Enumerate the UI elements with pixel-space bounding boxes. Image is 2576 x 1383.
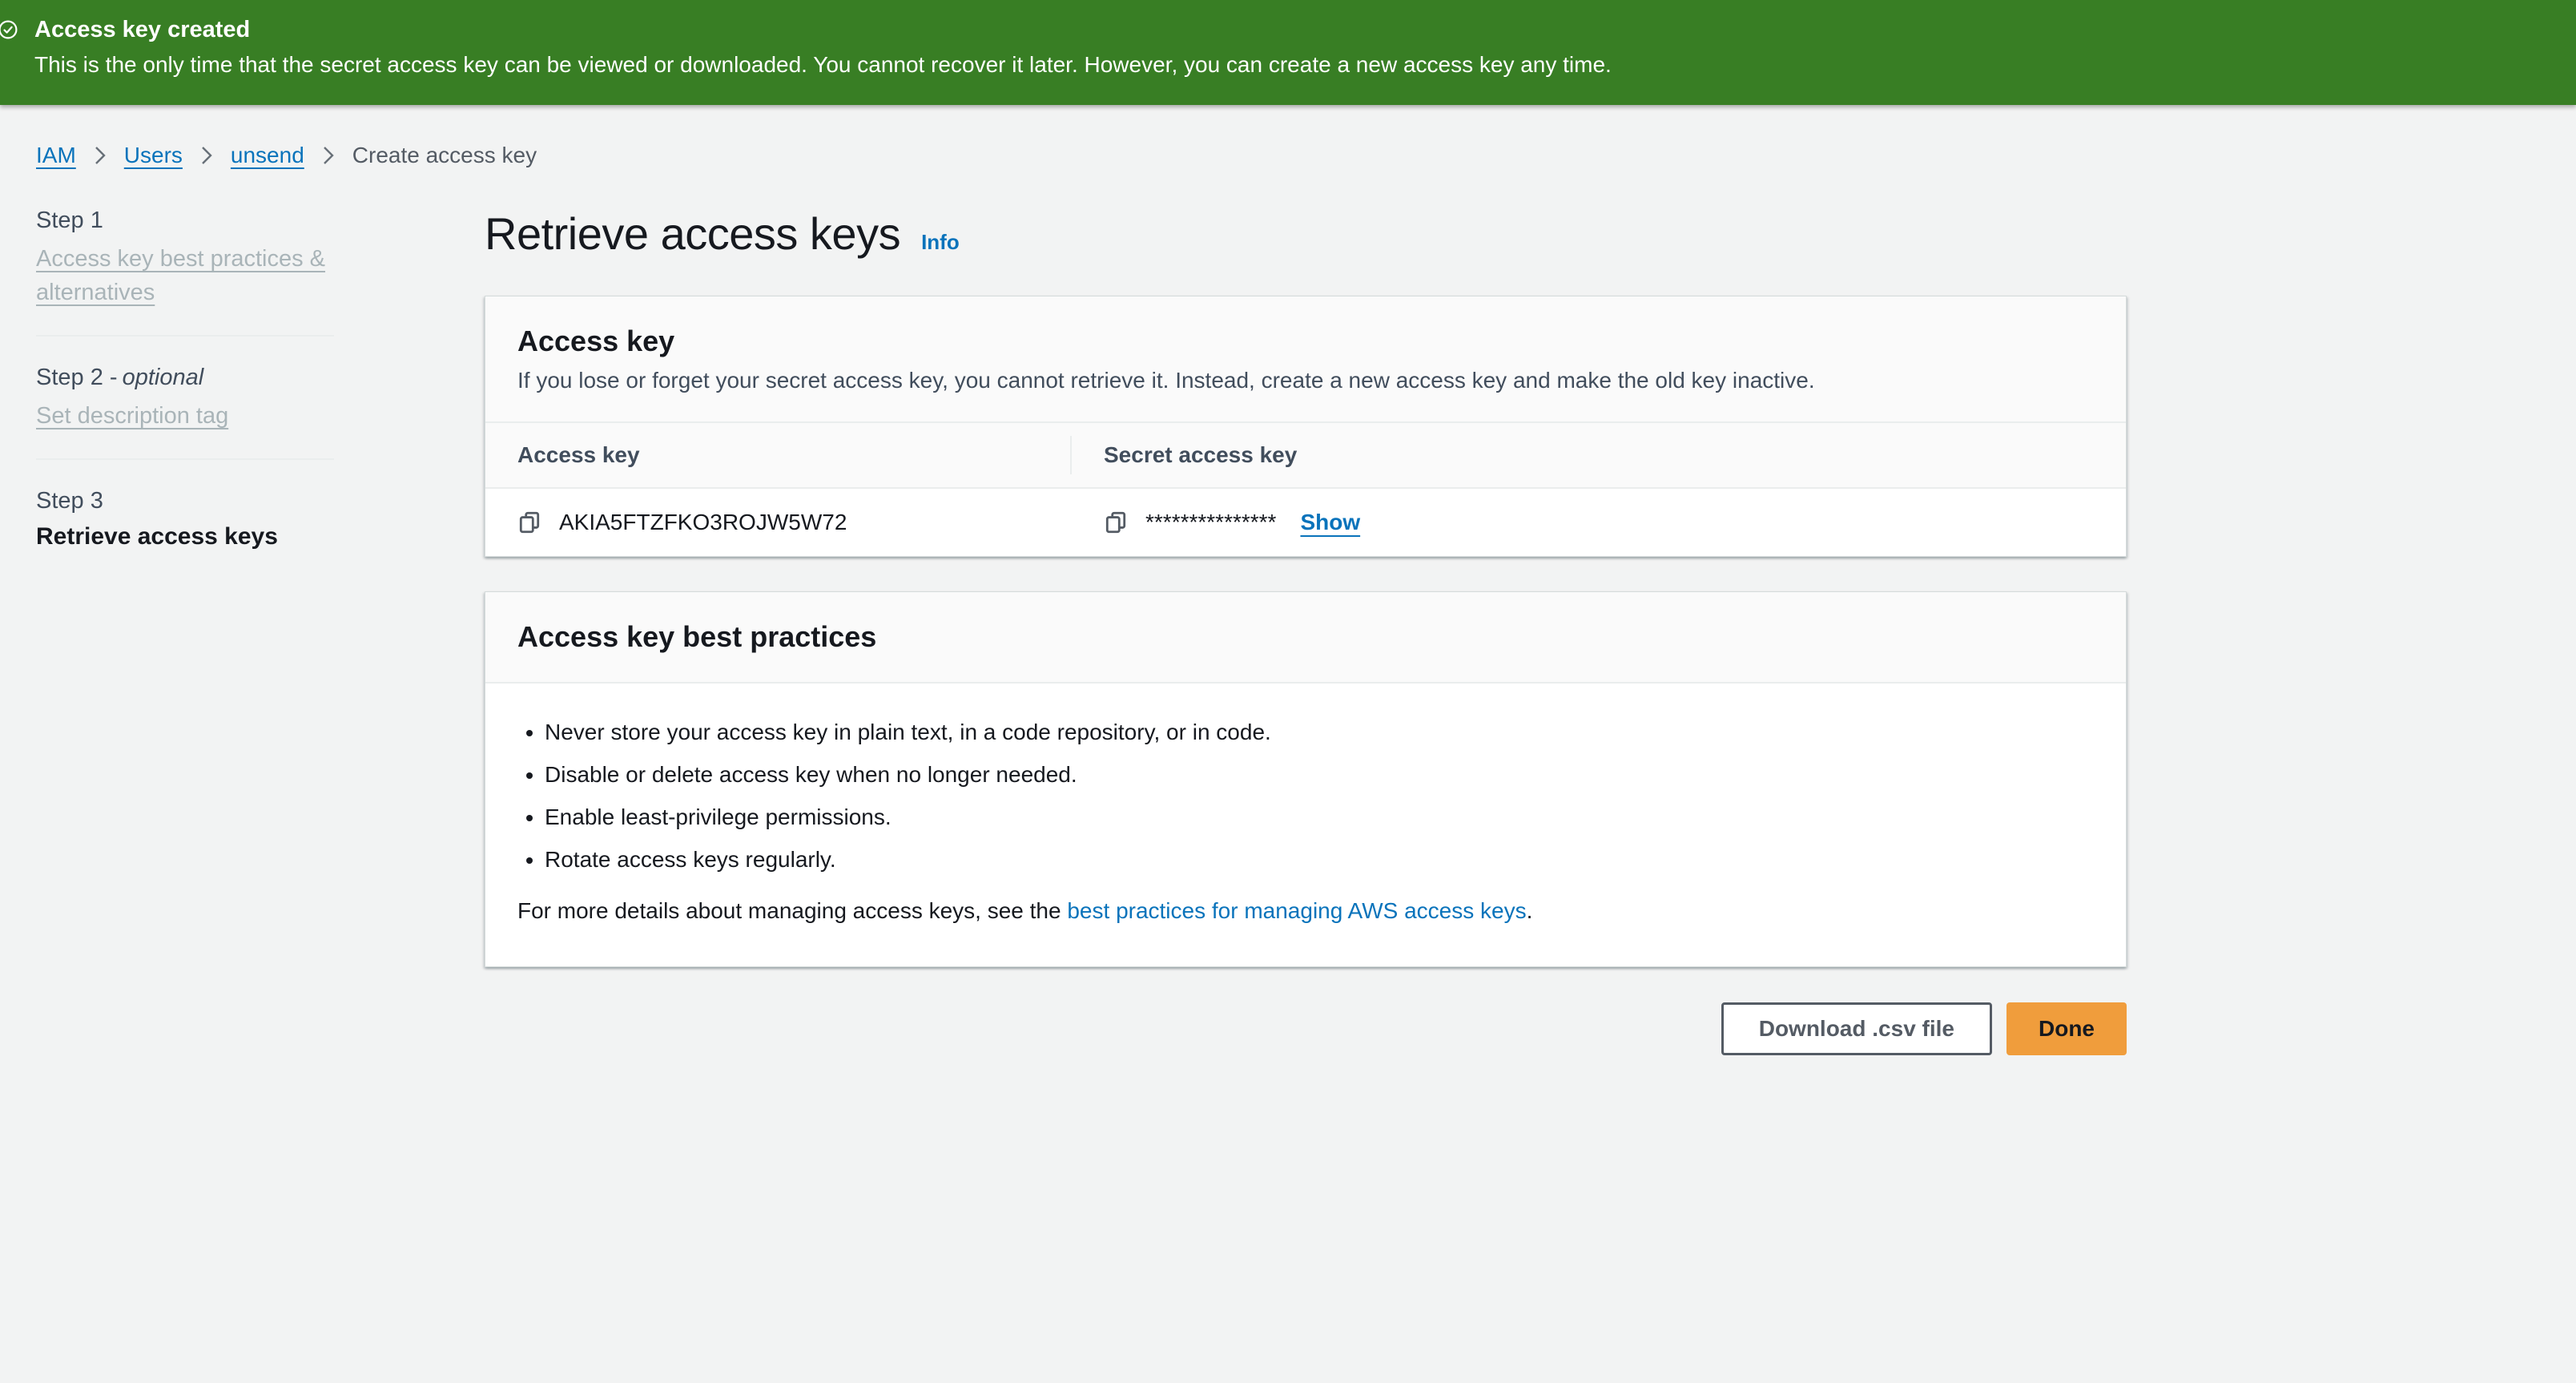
chevron-right-icon bbox=[94, 145, 107, 166]
best-practices-card-header: Access key best practices bbox=[485, 592, 2126, 683]
breadcrumb: IAM Users unsend Create access key bbox=[36, 143, 2576, 168]
access-key-cell: AKIA5FTZFKO3ROJW5W72 bbox=[517, 510, 1070, 535]
access-key-table-header: Access key Secret access key bbox=[485, 423, 2126, 489]
step-1-label: Step 1 bbox=[36, 207, 340, 234]
breadcrumb-current: Create access key bbox=[352, 143, 537, 168]
access-key-card-header: Access key If you lose or forget your se… bbox=[485, 296, 2126, 423]
wizard-steps-nav: Step 1 Access key best practices & alter… bbox=[36, 207, 340, 551]
best-practices-card-body: Never store your access key in plain tex… bbox=[485, 683, 2126, 966]
best-practices-doc-link[interactable]: best practices for managing AWS access k… bbox=[1067, 898, 1526, 923]
footer-text: For more details about managing access k… bbox=[517, 898, 1067, 923]
copy-secret-key-button[interactable] bbox=[1104, 510, 1128, 534]
actions-bar: Download .csv file Done bbox=[485, 1002, 2127, 1055]
main-panel: Retrieve access keys Info Access key If … bbox=[485, 207, 2127, 1055]
wizard-step-2: Step 2 -optional Set description tag bbox=[36, 364, 340, 433]
step-1-link[interactable]: Access key best practices & alternatives bbox=[36, 246, 325, 305]
breadcrumb-users[interactable]: Users bbox=[124, 143, 183, 168]
banner-title: Access key created bbox=[34, 14, 1612, 45]
banner-message: This is the only time that the secret ac… bbox=[34, 50, 1612, 80]
column-header-access-key: Access key bbox=[517, 423, 1070, 487]
info-link[interactable]: Info bbox=[921, 230, 960, 255]
step-3-current-title: Retrieve access keys bbox=[36, 522, 340, 551]
copy-icon bbox=[1104, 510, 1128, 534]
column-header-secret-access-key: Secret access key bbox=[1070, 423, 2094, 487]
step-2-optional-text: optional bbox=[123, 365, 204, 390]
copy-access-key-button[interactable] bbox=[517, 510, 541, 534]
page: Access key created This is the only time… bbox=[0, 0, 2576, 1383]
secret-key-masked-value: *************** bbox=[1145, 510, 1276, 535]
step-3-label: Step 3 bbox=[36, 487, 340, 514]
page-title: Retrieve access keys bbox=[485, 207, 900, 261]
breadcrumb-unsend[interactable]: unsend bbox=[231, 143, 304, 168]
content-area: Step 1 Access key best practices & alter… bbox=[0, 207, 2576, 1055]
column-header-secret-label: Secret access key bbox=[1104, 442, 1297, 468]
step-2-label-text: Step 2 - bbox=[36, 365, 118, 390]
chevron-right-icon bbox=[200, 145, 213, 166]
access-key-value: AKIA5FTZFKO3ROJW5W72 bbox=[559, 510, 847, 535]
success-banner: Access key created This is the only time… bbox=[0, 0, 2576, 105]
best-practice-item: Enable least-privilege permissions. bbox=[545, 804, 2094, 831]
wizard-step-3: Step 3 Retrieve access keys bbox=[36, 487, 340, 551]
steps-divider bbox=[36, 335, 334, 337]
wizard-step-1: Step 1 Access key best practices & alter… bbox=[36, 207, 340, 309]
secret-access-key-cell: *************** Show bbox=[1070, 510, 2094, 535]
best-practices-card: Access key best practices Never store yo… bbox=[485, 591, 2127, 967]
banner-text: Access key created This is the only time… bbox=[34, 14, 1612, 80]
download-csv-button[interactable]: Download .csv file bbox=[1721, 1002, 1992, 1055]
step-2-link[interactable]: Set description tag bbox=[36, 403, 228, 429]
chevron-right-icon bbox=[322, 145, 335, 166]
access-key-card-description: If you lose or forget your secret access… bbox=[517, 367, 2094, 394]
access-key-table-row: AKIA5FTZFKO3ROJW5W72 *************** Sho… bbox=[485, 489, 2126, 556]
access-key-card: Access key If you lose or forget your se… bbox=[485, 296, 2127, 557]
copy-icon bbox=[517, 510, 541, 534]
footer-period: . bbox=[1527, 898, 1533, 923]
done-button[interactable]: Done bbox=[2006, 1002, 2127, 1055]
success-check-icon bbox=[0, 20, 18, 43]
best-practice-item: Rotate access keys regularly. bbox=[545, 846, 2094, 873]
best-practices-footer: For more details about managing access k… bbox=[517, 897, 2094, 925]
step-2-label: Step 2 -optional bbox=[36, 364, 340, 391]
access-key-card-title: Access key bbox=[517, 324, 2094, 359]
best-practices-list: Never store your access key in plain tex… bbox=[517, 719, 2094, 873]
steps-divider bbox=[36, 458, 334, 460]
best-practices-card-title: Access key best practices bbox=[517, 619, 2094, 655]
best-practice-item: Never store your access key in plain tex… bbox=[545, 719, 2094, 746]
show-secret-key-link[interactable]: Show bbox=[1300, 510, 1360, 535]
breadcrumb-iam[interactable]: IAM bbox=[36, 143, 76, 168]
page-title-row: Retrieve access keys Info bbox=[485, 207, 2127, 261]
best-practice-item: Disable or delete access key when no lon… bbox=[545, 761, 2094, 788]
